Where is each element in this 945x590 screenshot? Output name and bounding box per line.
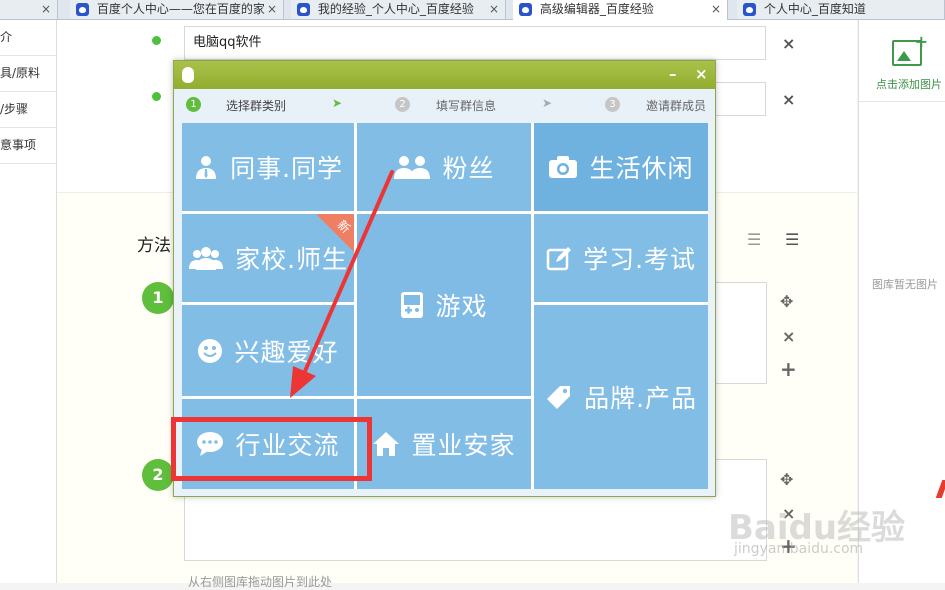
bullet-dot: [152, 36, 161, 45]
category-realestate[interactable]: 置业安家: [357, 399, 531, 489]
sidebar-item-notes[interactable]: 注意事项: [0, 128, 56, 164]
category-colleague[interactable]: 同事.同学: [182, 123, 354, 211]
step-arrow-icon: ➤: [332, 96, 343, 110]
image-library-panel: [858, 20, 945, 583]
tag-icon: [546, 386, 570, 409]
person-icon: [195, 156, 216, 179]
close-icon[interactable]: ×: [41, 0, 51, 18]
highlight-box: [171, 417, 372, 481]
category-study[interactable]: 学习.考试: [534, 214, 708, 302]
wizard-step-3-number: 3: [605, 97, 620, 112]
move-icon[interactable]: ✥: [780, 292, 793, 311]
move-icon[interactable]: ✥: [780, 470, 793, 489]
sidebar-item-intro[interactable]: 简介: [0, 20, 56, 56]
minimize-button[interactable]: –: [669, 65, 677, 83]
category-brand[interactable]: 品牌.产品: [534, 305, 708, 489]
dialog-titlebar: – ×: [174, 61, 715, 89]
wizard-step-2-label: 填写群信息: [436, 99, 497, 113]
category-interest[interactable]: 兴趣爱好: [182, 305, 354, 396]
browser-tab-bar: × 百度个人中心——您在百度的家 × 我的经验_个人中心_百度经验 × 高级编辑…: [0, 0, 945, 20]
wizard-step-1-number: 1: [186, 97, 201, 112]
edit-icon: [546, 247, 571, 271]
baidu-paw-icon: [743, 3, 756, 16]
divider: [859, 101, 945, 102]
tab-0[interactable]: ×: [0, 0, 58, 19]
wizard-step-3-label: 邀请群成员: [646, 99, 707, 113]
remove-tool-1-button[interactable]: ×: [782, 34, 795, 53]
close-button[interactable]: ×: [695, 65, 708, 83]
no-image-text: 图库暂无图片: [872, 278, 938, 291]
remove-tool-2-button[interactable]: ×: [782, 90, 795, 109]
step-number-2: 2: [142, 459, 174, 491]
people-icon: [394, 156, 431, 179]
category-fans[interactable]: 粉丝: [357, 123, 531, 211]
tab-baidu-zhidao[interactable]: 个人中心_百度知道: [737, 0, 945, 19]
qq-penguin-icon: [182, 67, 194, 83]
category-life[interactable]: 生活休闲: [534, 123, 708, 211]
drag-image-hint: 从右侧图库拖动图片到此处: [188, 575, 333, 589]
delete-step-icon[interactable]: ×: [782, 327, 795, 346]
wizard-step-1-label: 选择群类别: [226, 99, 287, 113]
camera-icon: [549, 156, 578, 178]
add-image-icon[interactable]: [892, 32, 928, 66]
category-school[interactable]: 家校.师生 新: [182, 214, 354, 302]
step-number-1: 1: [142, 282, 174, 314]
baidu-paw-icon: [76, 3, 89, 16]
tool-input-1[interactable]: 电脑qq软件: [184, 26, 766, 60]
close-icon[interactable]: ×: [711, 0, 721, 18]
step-arrow-icon: ➤: [542, 96, 553, 110]
add-step-icon[interactable]: +: [780, 357, 797, 381]
tab-advanced-editor[interactable]: 高级编辑器_百度经验 ×: [513, 0, 728, 20]
sidebar-item-steps[interactable]: 方法/步骤: [0, 92, 56, 128]
gamepad-icon: [401, 292, 424, 318]
house-icon: [373, 432, 400, 456]
close-icon[interactable]: ×: [267, 0, 277, 18]
bullet-dot: [152, 92, 161, 101]
bullet-list-icon[interactable]: ☰: [785, 230, 799, 249]
wizard-steps: 1 选择群类别 ➤ 2 填写群信息 ➤ 3 邀请群成员: [174, 90, 715, 120]
numbered-list-icon[interactable]: ☰: [747, 230, 761, 249]
category-game[interactable]: 游戏: [357, 214, 531, 396]
smile-icon: [198, 338, 223, 363]
baidu-paw-icon: [519, 3, 532, 16]
baidu-watermark-url: jingyan.baidu.com: [734, 541, 864, 557]
outline-sidebar: 简介 工具/原料 方法/步骤 注意事项: [0, 20, 57, 583]
sidebar-item-tools[interactable]: 工具/原料: [0, 56, 56, 92]
method-title: 方法: [137, 236, 171, 256]
baidu-paw-icon: [297, 3, 310, 16]
tab-my-experience[interactable]: 我的经验_个人中心_百度经验 ×: [291, 0, 506, 19]
close-icon[interactable]: ×: [489, 0, 499, 18]
tab-baidu-personal-center[interactable]: 百度个人中心——您在百度的家 ×: [70, 0, 284, 19]
wizard-step-2-number: 2: [395, 97, 410, 112]
add-image-link[interactable]: 点击添加图片: [876, 76, 942, 92]
group-icon: [188, 247, 223, 270]
